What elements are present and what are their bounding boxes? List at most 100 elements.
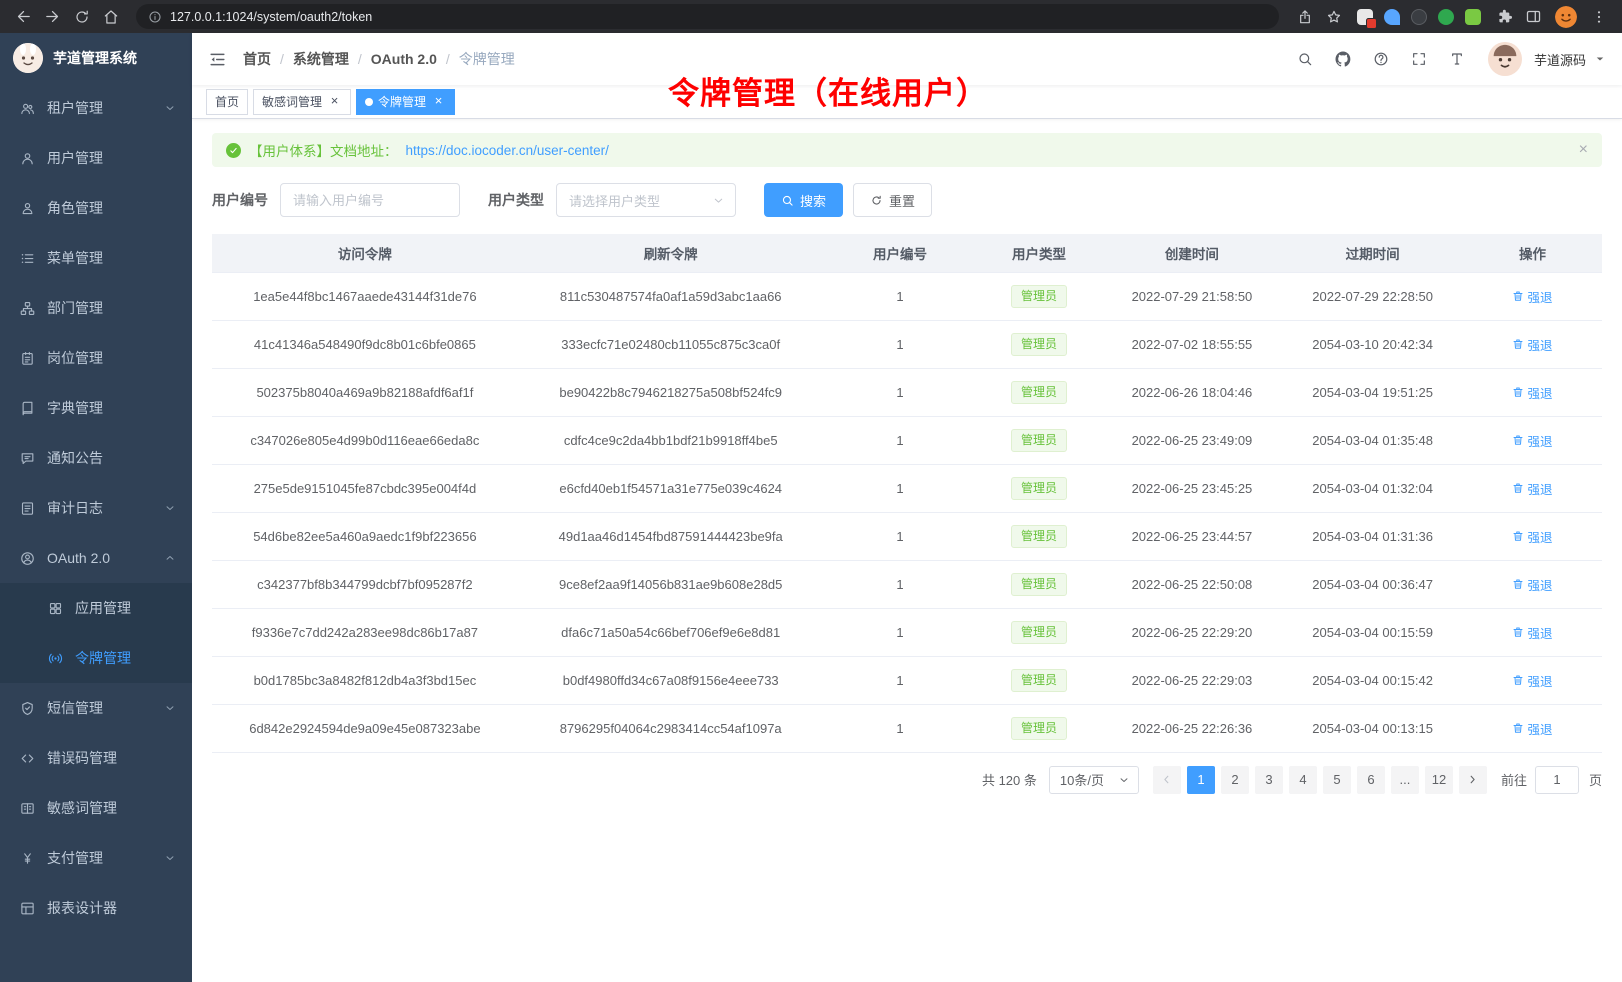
search-button[interactable]: 搜索 <box>764 183 843 217</box>
alert-doc-link[interactable]: https://doc.iocoder.cn/user-center/ <box>406 143 609 158</box>
sidebar-item-sms[interactable]: 短信管理 <box>0 683 192 733</box>
sidebar-item-role[interactable]: 角色管理 <box>0 183 192 233</box>
browser-menu-icon[interactable] <box>1585 3 1612 30</box>
page-button-1[interactable]: 1 <box>1187 766 1215 794</box>
share-icon[interactable] <box>1291 3 1318 30</box>
more-pages-button[interactable]: ... <box>1391 766 1419 794</box>
browser-home-button[interactable] <box>97 3 124 30</box>
browser-address-bar[interactable]: 127.0.0.1:1024/system/oauth2/token <box>136 4 1279 29</box>
sidebar-item-post[interactable]: 岗位管理 <box>0 333 192 383</box>
browser-panel-icon[interactable] <box>1520 3 1547 30</box>
force-logout-button[interactable]: 强退 <box>1512 335 1552 354</box>
access-token-cell: 502375b8040a469a9b82188afdf6af1f <box>212 368 518 416</box>
app-logo[interactable]: 芋道管理系统 <box>0 33 192 83</box>
force-logout-button[interactable]: 强退 <box>1512 623 1552 642</box>
user-type-badge: 管理员 <box>1011 333 1067 356</box>
tab-sensitive-word[interactable]: 敏感词管理× <box>253 89 351 115</box>
sidebar-item-errcode[interactable]: 错误码管理 <box>0 733 192 783</box>
sidebar-item-dict[interactable]: 字典管理 <box>0 383 192 433</box>
page-button-3[interactable]: 3 <box>1255 766 1283 794</box>
user-name[interactable]: 芋道源码 <box>1534 50 1586 69</box>
page-button-2[interactable]: 2 <box>1221 766 1249 794</box>
breadcrumb-item[interactable]: 首页 <box>243 49 271 69</box>
refresh-token-cell: be90422b8c7946218275a508bf524fc9 <box>518 368 824 416</box>
browser-back-button[interactable] <box>10 3 37 30</box>
user-id-input[interactable] <box>280 183 460 217</box>
user-type-select[interactable]: 请选择用户类型 <box>556 183 736 217</box>
sidebar-item-oauth2-app[interactable]: 应用管理 <box>0 583 192 633</box>
force-logout-button[interactable]: 强退 <box>1512 431 1552 450</box>
bookmark-star-icon[interactable] <box>1320 3 1347 30</box>
force-logout-button[interactable]: 强退 <box>1512 287 1552 306</box>
tab-home[interactable]: 首页 <box>206 89 248 115</box>
prev-page-button[interactable] <box>1153 766 1181 794</box>
sidebar-item-menu[interactable]: 菜单管理 <box>0 233 192 283</box>
extension-icon-3[interactable] <box>1411 9 1427 25</box>
page-button-5[interactable]: 5 <box>1323 766 1351 794</box>
page-button-6[interactable]: 6 <box>1357 766 1385 794</box>
browser-profile-avatar[interactable] <box>1555 6 1577 28</box>
force-logout-button[interactable]: 强退 <box>1512 479 1552 498</box>
force-logout-button[interactable]: 强退 <box>1512 527 1552 546</box>
help-icon[interactable] <box>1364 42 1398 76</box>
browser-forward-button[interactable] <box>39 3 66 30</box>
force-logout-button[interactable]: 强退 <box>1512 671 1552 690</box>
extensions-puzzle-icon[interactable] <box>1491 3 1518 30</box>
sidebar-item-label: OAuth 2.0 <box>47 550 110 566</box>
github-icon[interactable] <box>1326 42 1360 76</box>
create-time-cell: 2022-07-29 21:58:50 <box>1102 272 1283 320</box>
next-page-button[interactable] <box>1459 766 1487 794</box>
sidebar-item-report[interactable]: 报表设计器 <box>0 883 192 933</box>
force-logout-button[interactable]: 强退 <box>1512 575 1552 594</box>
user-type-badge: 管理员 <box>1011 669 1067 692</box>
force-logout-button[interactable]: 强退 <box>1512 719 1552 738</box>
page-size-select[interactable]: 10条/页 <box>1049 766 1139 794</box>
sidebar-item-sensitive[interactable]: 敏感词管理 <box>0 783 192 833</box>
sidebar-item-oauth2[interactable]: OAuth 2.0 <box>0 533 192 583</box>
header-search-icon[interactable] <box>1288 42 1322 76</box>
extension-icon-1[interactable] <box>1357 9 1373 25</box>
breadcrumb-item[interactable]: OAuth 2.0 <box>371 51 437 67</box>
breadcrumb: 首页/系统管理/OAuth 2.0/令牌管理 <box>243 49 515 69</box>
column-header: 访问令牌 <box>212 234 518 272</box>
fullscreen-icon[interactable] <box>1402 42 1436 76</box>
sidebar-item-notice[interactable]: 通知公告 <box>0 433 192 483</box>
force-logout-button[interactable]: 强退 <box>1512 383 1552 402</box>
caret-down-icon[interactable] <box>1594 53 1606 65</box>
browser-extensions-area <box>1357 9 1481 25</box>
sidebar-item-oauth2-token[interactable]: 令牌管理 <box>0 633 192 683</box>
alert-close-icon[interactable]: × <box>1579 142 1588 158</box>
token-signal-icon <box>47 651 63 666</box>
extension-icon-2[interactable] <box>1384 9 1400 25</box>
sidebar-toggle-icon[interactable] <box>208 50 227 69</box>
sidebar-menu: 租户管理用户管理角色管理菜单管理部门管理岗位管理字典管理通知公告审计日志 OAut… <box>0 83 192 982</box>
font-size-icon[interactable] <box>1440 42 1474 76</box>
notice-icon <box>19 451 35 466</box>
extension-icon-5[interactable] <box>1465 9 1481 25</box>
sensitive-word-icon <box>19 801 35 816</box>
sidebar-item-user[interactable]: 用户管理 <box>0 133 192 183</box>
user-id-cell: 1 <box>824 704 977 752</box>
tab-close-icon[interactable]: × <box>327 94 342 109</box>
user-type-cell: 管理员 <box>976 608 1101 656</box>
sidebar-item-dept[interactable]: 部门管理 <box>0 283 192 333</box>
sidebar-item-tenant[interactable]: 租户管理 <box>0 83 192 133</box>
breadcrumb-item[interactable]: 系统管理 <box>293 49 349 69</box>
goto-page-input[interactable] <box>1535 766 1579 794</box>
extension-icon-4[interactable] <box>1438 9 1454 25</box>
tab-close-icon[interactable]: × <box>431 94 446 109</box>
page-button-4[interactable]: 4 <box>1289 766 1317 794</box>
tab-token[interactable]: 令牌管理× <box>356 89 455 115</box>
sidebar-item-audit[interactable]: 审计日志 <box>0 483 192 533</box>
trash-icon <box>1512 578 1524 590</box>
sidebar-item-pay[interactable]: 支付管理 <box>0 833 192 883</box>
user-avatar[interactable] <box>1488 42 1522 76</box>
reset-button[interactable]: 重置 <box>853 183 932 217</box>
user-id-cell: 1 <box>824 368 977 416</box>
user-id-cell: 1 <box>824 272 977 320</box>
sidebar-item-label: 岗位管理 <box>47 348 103 368</box>
browser-reload-button[interactable] <box>68 3 95 30</box>
site-info-icon[interactable] <box>148 10 162 24</box>
page-button-12[interactable]: 12 <box>1425 766 1453 794</box>
sidebar-item-label: 报表设计器 <box>47 898 117 918</box>
